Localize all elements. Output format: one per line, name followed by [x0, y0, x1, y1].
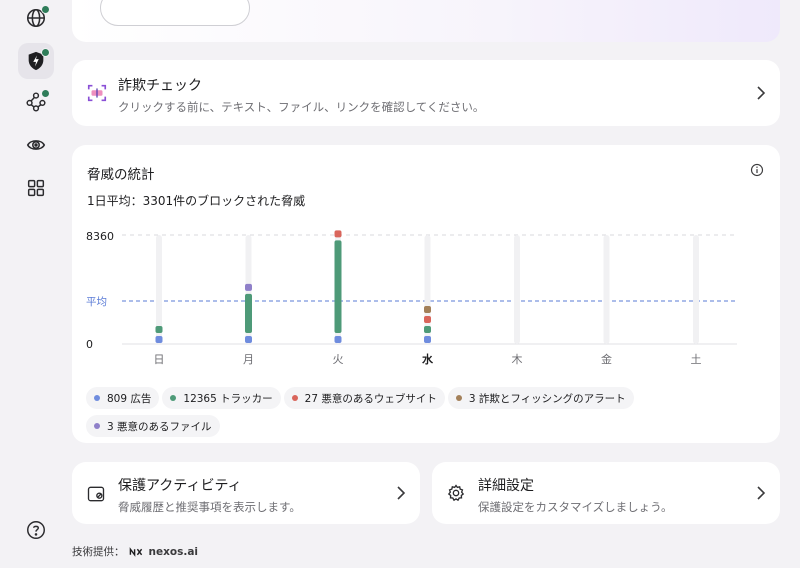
protection-activity-card[interactable]: 保護アクティビティ 脅威履歴と推奨事項を表示します。	[72, 462, 420, 524]
chart-legend: 809 広告 12365 トラッカー 27 悪意のあるウェブサイト 3 詐欺とフィッシ…	[86, 387, 686, 443]
legend-dot	[455, 395, 462, 401]
footer: 技術提供： nexos.ai	[72, 544, 198, 559]
x-axis-labels: 日月火水木金土	[154, 352, 702, 366]
chevron-right-icon	[757, 486, 766, 500]
sidebar	[0, 0, 72, 568]
legend-dot	[94, 423, 100, 429]
gear-icon	[447, 484, 465, 502]
sidebar-item-web-protection[interactable]	[18, 0, 54, 36]
status-badge	[41, 89, 50, 98]
chevron-right-icon	[397, 486, 406, 500]
x-tick-label: 水	[422, 352, 434, 366]
activity-subtitle: 脅威履歴と推奨事項を表示します。	[118, 500, 301, 514]
chevron-right-icon	[757, 86, 766, 100]
top-status-card	[72, 0, 780, 42]
bar-segment-ads	[245, 336, 252, 343]
settings-subtitle: 保護設定をカスタマイズしましょう。	[478, 500, 673, 514]
day-track	[514, 235, 520, 344]
stats-title: 脅威の統計	[87, 167, 155, 183]
x-tick-label: 月	[243, 353, 254, 366]
question-circle-icon	[27, 521, 45, 539]
x-tick-label: 木	[512, 353, 523, 366]
daily-average-label: 1日平均：	[87, 194, 143, 208]
activity-window-icon	[87, 486, 105, 502]
scam-check-title: 詐欺チェック	[118, 78, 202, 94]
activity-title: 保護アクティビティ	[118, 478, 242, 494]
bar-segment-trackers	[424, 326, 431, 333]
legend-dot	[94, 395, 100, 401]
average-label: 平均	[86, 296, 107, 308]
sidebar-item-dark-web-monitor[interactable]	[18, 127, 54, 163]
top-action-button[interactable]	[100, 0, 250, 26]
y-max-label: 8360	[86, 230, 114, 243]
legend-item-malicious_sites: 27 悪意のあるウェブサイト	[283, 387, 445, 409]
sidebar-item-threat-protection[interactable]	[18, 43, 54, 79]
day-track	[603, 235, 610, 344]
bar-segment-ads	[155, 336, 163, 343]
legend-item-ads: 809 広告	[86, 387, 160, 409]
footer-brand[interactable]: nexos.ai	[149, 546, 199, 558]
legend-label: 12365 トラッカー	[183, 392, 273, 405]
legend-dot	[170, 395, 177, 401]
legend-label: 27 悪意のあるウェブサイト	[304, 392, 437, 405]
bar-segment-scam_alerts	[424, 306, 431, 313]
bar-segment-ads	[334, 336, 342, 343]
advanced-settings-card[interactable]: 詳細設定 保護設定をカスタマイズしましょう。	[432, 462, 780, 524]
bar-segment-trackers	[334, 240, 342, 333]
legend-label: 3 詐欺とフィッシングのアラート	[468, 392, 626, 405]
bar-segment-malicious_sites	[424, 316, 431, 323]
x-tick-label: 日	[154, 353, 165, 366]
chart-bars	[155, 230, 699, 344]
info-circle-icon[interactable]	[750, 163, 764, 177]
settings-title: 詳細設定	[478, 478, 534, 494]
x-tick-label: 土	[691, 353, 702, 366]
daily-average: 1日平均：3301件のブロックされた脅威	[87, 192, 305, 209]
bar-segment-malicious_sites	[334, 230, 342, 238]
grid-apps-icon	[27, 179, 45, 197]
eye-target-icon	[26, 140, 46, 150]
y-zero-label: 0	[86, 338, 93, 351]
scam-check-subtitle: クリックする前に、テキスト、ファイル、リンクを確認してください。	[118, 100, 485, 114]
bar-segment-ads	[424, 336, 431, 343]
status-badge	[41, 48, 50, 57]
footer-prefix: 技術提供：	[72, 546, 125, 558]
legend-item-trackers: 12365 トラッカー	[162, 387, 281, 409]
threat-stats-card: 脅威の統計 1日平均：3301件のブロックされた脅威 8360 0 平均 日 月 火…	[72, 145, 780, 443]
x-tick-label: 火	[333, 353, 344, 366]
daily-average-value: 3301件のブロックされた脅威	[142, 194, 306, 208]
x-tick-label: 金	[601, 352, 612, 366]
scan-frame-icon	[87, 84, 107, 102]
status-badge	[41, 5, 50, 14]
bar-segment-trackers	[245, 293, 252, 333]
legend-label: 3 悪意のあるファイル	[107, 420, 212, 433]
scam-check-card[interactable]: 詐欺チェック クリックする前に、テキスト、ファイル、リンクを確認してください。	[72, 60, 780, 126]
sidebar-item-network[interactable]	[18, 84, 54, 120]
day-track	[693, 235, 699, 344]
legend-dot	[291, 395, 298, 401]
bar-segment-trackers	[155, 326, 163, 333]
legend-label: 809 広告	[107, 392, 152, 405]
bar-segment-malicious_files	[245, 283, 252, 291]
help-button[interactable]	[18, 512, 54, 548]
sidebar-item-apps[interactable]	[18, 170, 54, 206]
nexos-logo-icon	[129, 546, 142, 557]
legend-item-malicious_files: 3 悪意のあるファイル	[86, 415, 220, 437]
legend-item-scam_alerts: 3 詐欺とフィッシングのアラート	[447, 387, 634, 409]
